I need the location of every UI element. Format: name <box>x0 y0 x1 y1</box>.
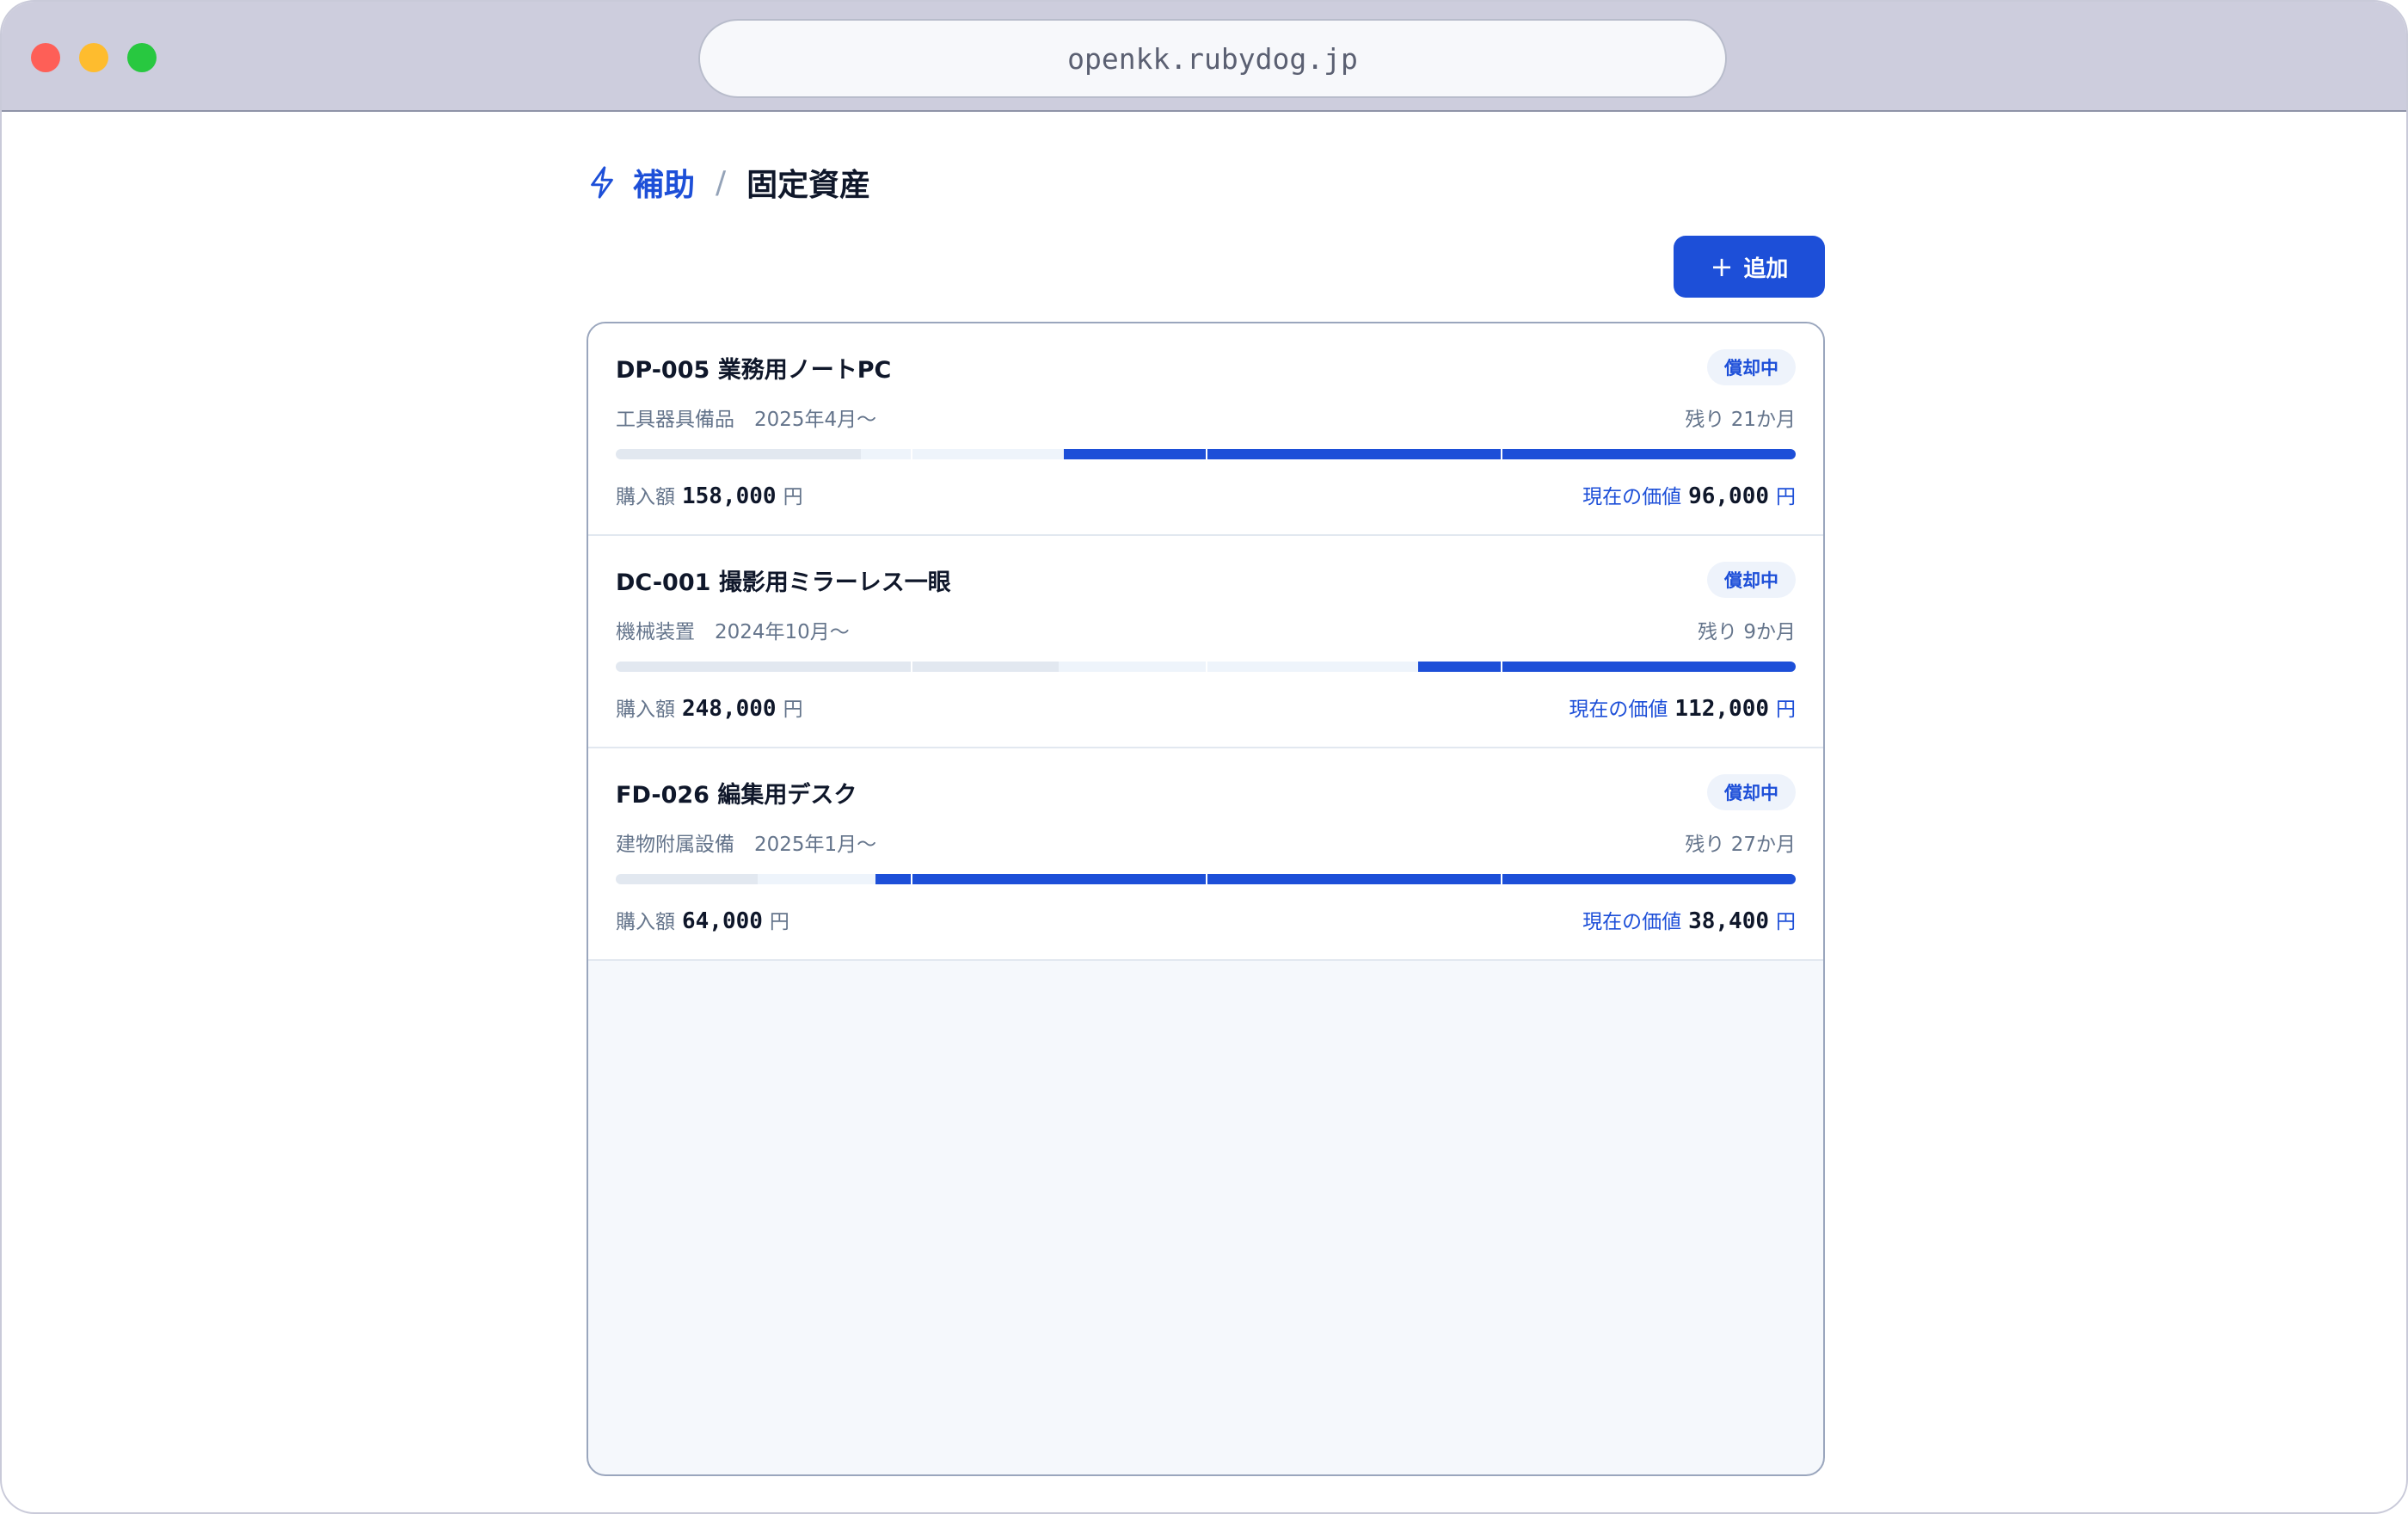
breadcrumb: 補助 / 固定資産 <box>587 155 870 210</box>
plus-icon: + <box>1710 250 1734 283</box>
current-value-unit: 円 <box>1776 911 1796 933</box>
current-value-label: 現在の価値 <box>1582 911 1682 933</box>
status-badge: 償却中 <box>1707 562 1796 598</box>
progress-bar-segment <box>616 449 862 459</box>
add-asset-button-label: 追加 <box>1743 255 1789 282</box>
current-value: 現在の価値 96,000 円 <box>1582 480 1796 509</box>
asset-category-start: 建物附属設備 2025年1月〜 <box>616 834 877 856</box>
current-value-amount: 96,000 <box>1688 483 1769 509</box>
purchase-price-label: 購入額 <box>616 911 675 933</box>
asset-remaining-months: 残り 27か月 <box>1685 834 1796 856</box>
progress-bar-segment <box>1502 662 1796 672</box>
progress-bar-segment <box>1417 662 1501 672</box>
current-value-label: 現在の価値 <box>1582 486 1682 508</box>
progress-bar-segment <box>912 874 1206 884</box>
asset-remaining-months: 残り 9か月 <box>1698 621 1796 643</box>
depreciation-progress-bar <box>616 874 1796 884</box>
purchase-price-unit: 円 <box>783 486 803 508</box>
close-window-button[interactable] <box>31 43 60 72</box>
depreciation-progress-bar <box>616 449 1796 459</box>
breadcrumb-parent-link[interactable]: 補助 <box>633 160 695 205</box>
current-value-unit: 円 <box>1776 699 1796 721</box>
asset-remaining-months: 残り 21か月 <box>1685 409 1796 431</box>
current-value-label: 現在の価値 <box>1569 699 1668 721</box>
progress-bar-segment <box>1058 662 1206 672</box>
progress-bar-segment <box>875 874 911 884</box>
progress-bar-segment <box>1502 449 1796 459</box>
status-badge: 償却中 <box>1707 774 1796 810</box>
add-asset-button[interactable]: + 追加 <box>1674 236 1825 298</box>
address-bar-url: openkk.rubydog.jp <box>1067 41 1358 76</box>
purchase-price-amount: 248,000 <box>682 696 777 722</box>
page-title: 固定資産 <box>746 168 871 203</box>
progress-bar-segment <box>1207 662 1418 672</box>
purchase-price-unit: 円 <box>769 911 789 933</box>
asset-title: DC-001 撮影用ミラーレス一眼 <box>616 569 951 596</box>
progress-bar-segment <box>912 449 1065 459</box>
progress-bar-segment <box>861 449 911 459</box>
progress-bar-segment <box>616 662 911 672</box>
purchase-price-amount: 158,000 <box>682 483 777 509</box>
purchase-price-label: 購入額 <box>616 486 675 508</box>
current-value-amount: 38,400 <box>1688 908 1769 934</box>
asset-row[interactable]: DC-001 撮影用ミラーレス一眼 償却中 機械装置 2024年10月〜 残り … <box>588 536 1823 748</box>
purchase-price: 購入額 248,000 円 <box>616 692 803 722</box>
asset-title: FD-026 編集用デスク <box>616 782 857 809</box>
maximize-window-button[interactable] <box>127 43 157 72</box>
progress-bar-segment <box>1502 874 1796 884</box>
depreciation-progress-bar <box>616 662 1796 672</box>
status-badge: 償却中 <box>1707 349 1796 385</box>
asset-row[interactable]: FD-026 編集用デスク 償却中 建物附属設備 2025年1月〜 残り 27か… <box>588 748 1823 961</box>
progress-bar-segment <box>616 874 758 884</box>
browser-titlebar: openkk.rubydog.jp <box>2 2 2406 112</box>
progress-bar-segment <box>757 874 875 884</box>
asset-category-start: 機械装置 2024年10月〜 <box>616 621 850 643</box>
current-value: 現在の価値 112,000 円 <box>1569 692 1796 722</box>
bolt-icon <box>591 166 613 199</box>
asset-list: DP-005 業務用ノートPC 償却中 工具器具備品 2025年4月〜 残り 2… <box>587 322 1825 1476</box>
asset-category-start: 工具器具備品 2025年4月〜 <box>616 409 877 431</box>
minimize-window-button[interactable] <box>79 43 108 72</box>
address-bar[interactable]: openkk.rubydog.jp <box>698 19 1727 98</box>
current-value-unit: 円 <box>1776 486 1796 508</box>
purchase-price-amount: 64,000 <box>682 908 763 934</box>
purchase-price-label: 購入額 <box>616 699 675 721</box>
breadcrumb-separator: / <box>716 164 727 200</box>
purchase-price: 購入額 64,000 円 <box>616 905 789 934</box>
current-value-amount: 112,000 <box>1674 696 1769 722</box>
progress-bar-segment <box>1207 449 1501 459</box>
progress-bar-segment <box>912 662 1059 672</box>
progress-bar-segment <box>1207 874 1501 884</box>
browser-window: openkk.rubydog.jp 補助 / 固定資産 + 追加 DP-005 … <box>0 0 2408 1514</box>
purchase-price: 購入額 158,000 円 <box>616 480 803 509</box>
progress-bar-segment <box>1064 449 1206 459</box>
current-value: 現在の価値 38,400 円 <box>1582 905 1796 934</box>
purchase-price-unit: 円 <box>783 699 803 721</box>
asset-row[interactable]: DP-005 業務用ノートPC 償却中 工具器具備品 2025年4月〜 残り 2… <box>588 323 1823 536</box>
asset-title: DP-005 業務用ノートPC <box>616 357 892 384</box>
